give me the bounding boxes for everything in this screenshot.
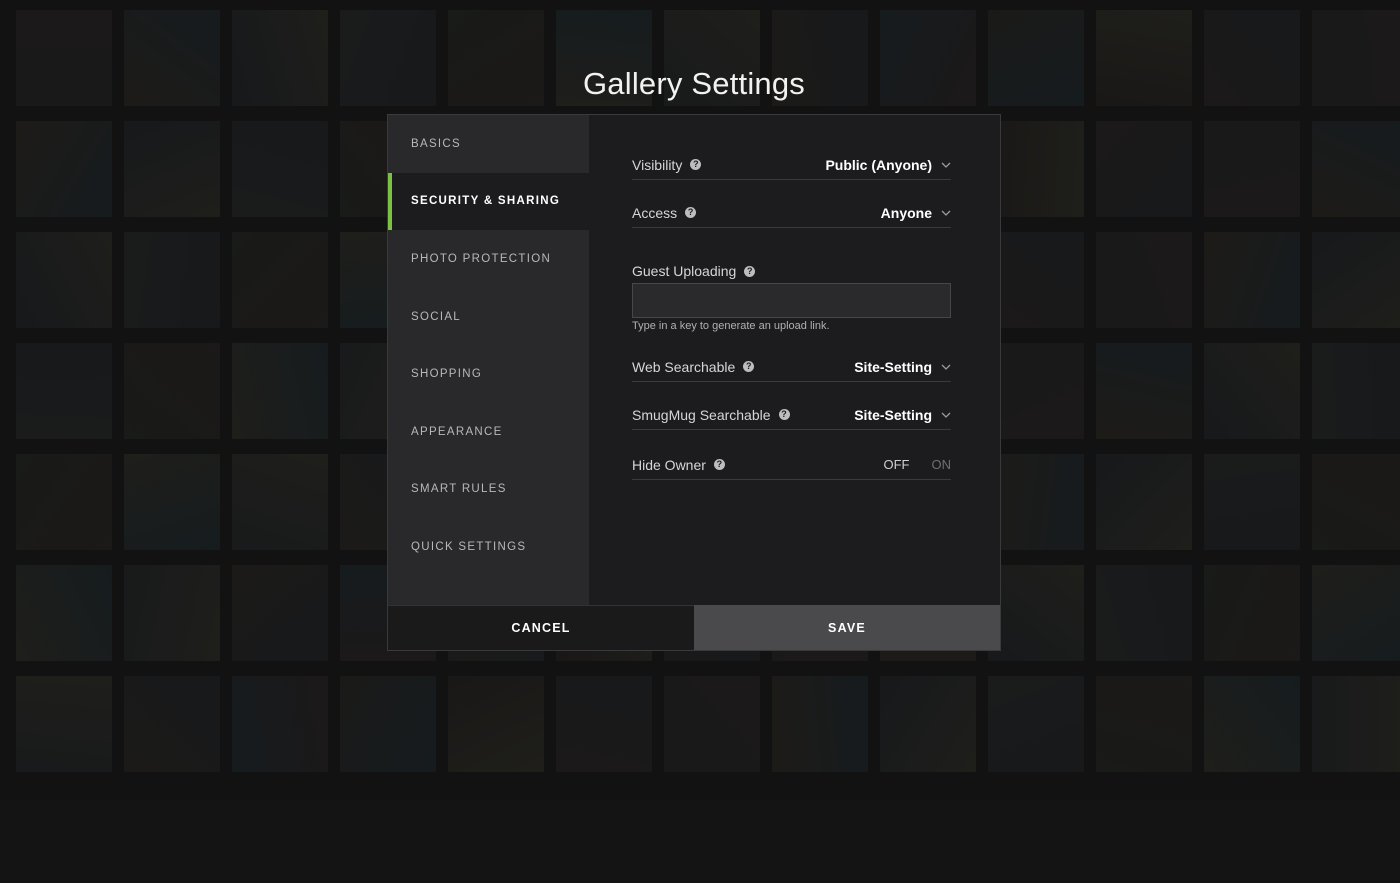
chevron-down-icon	[941, 210, 951, 216]
sidebar-item-basics[interactable]: BASICS	[388, 115, 589, 173]
smugmug-searchable-select[interactable]: Site-Setting	[854, 407, 951, 423]
hide-owner-label: Hide Owner	[632, 456, 706, 473]
help-icon[interactable]: ?	[744, 265, 756, 277]
sidebar-item-social[interactable]: SOCIAL	[388, 288, 589, 346]
visibility-row: Visibility ? Public (Anyone)	[632, 150, 951, 180]
smugmug-searchable-row: SmugMug Searchable ? Site-Setting	[632, 400, 951, 430]
help-icon[interactable]: ?	[778, 409, 790, 420]
sidebar-item-quick-settings[interactable]: QUICK SETTINGS	[388, 518, 589, 576]
help-icon[interactable]: ?	[685, 207, 697, 218]
toggle-off-option[interactable]: OFF	[884, 457, 910, 472]
save-button[interactable]: SAVE	[694, 605, 1000, 650]
smugmug-searchable-value: Site-Setting	[854, 406, 932, 423]
access-value: Anyone	[880, 204, 932, 221]
web-searchable-row: Web Searchable ? Site-Setting	[632, 352, 951, 382]
chevron-down-icon	[941, 162, 951, 168]
sidebar-item-security-sharing[interactable]: SECURITY & SHARING	[388, 172, 589, 231]
gallery-settings-dialog: BASICS SECURITY & SHARING PHOTO PROTECTI…	[387, 114, 1001, 651]
sidebar-item-photo-protection[interactable]: PHOTO PROTECTION	[388, 230, 589, 288]
access-row: Access ? Anyone	[632, 198, 951, 228]
guest-uploading-hint: Type in a key to generate an upload link…	[632, 320, 830, 332]
toggle-on-option[interactable]: ON	[932, 457, 952, 472]
guest-uploading-input[interactable]	[632, 283, 951, 318]
help-icon[interactable]: ?	[690, 159, 702, 170]
sidebar-item-shopping[interactable]: SHOPPING	[388, 345, 589, 403]
help-icon[interactable]: ?	[743, 361, 755, 372]
guest-uploading-label: Guest Uploading	[632, 263, 737, 279]
chevron-down-icon	[941, 412, 951, 418]
visibility-select[interactable]: Public (Anyone)	[825, 157, 951, 173]
dialog-footer: CANCEL SAVE	[388, 605, 1000, 650]
visibility-label: Visibility	[632, 156, 683, 173]
dialog-title: Gallery Settings	[582, 66, 806, 101]
web-searchable-select[interactable]: Site-Setting	[854, 359, 951, 375]
visibility-value: Public (Anyone)	[825, 156, 932, 173]
smugmug-searchable-label: SmugMug Searchable	[632, 406, 771, 423]
access-select[interactable]: Anyone	[881, 205, 951, 221]
hide-owner-row: Hide Owner ? OFF ON	[632, 450, 951, 480]
settings-sidebar: BASICS SECURITY & SHARING PHOTO PROTECTI…	[388, 115, 589, 605]
web-searchable-label: Web Searchable	[632, 358, 736, 375]
sidebar-item-smart-rules[interactable]: SMART RULES	[388, 461, 589, 519]
access-label: Access	[632, 204, 678, 221]
web-searchable-value: Site-Setting	[854, 358, 932, 375]
hide-owner-toggle[interactable]: OFF ON	[884, 457, 952, 472]
help-icon[interactable]: ?	[713, 459, 725, 470]
sidebar-item-appearance[interactable]: APPEARANCE	[388, 403, 589, 461]
cancel-button[interactable]: CANCEL	[388, 605, 694, 650]
guest-uploading-label-row: Guest Uploading ?	[632, 263, 756, 279]
chevron-down-icon	[941, 364, 951, 370]
